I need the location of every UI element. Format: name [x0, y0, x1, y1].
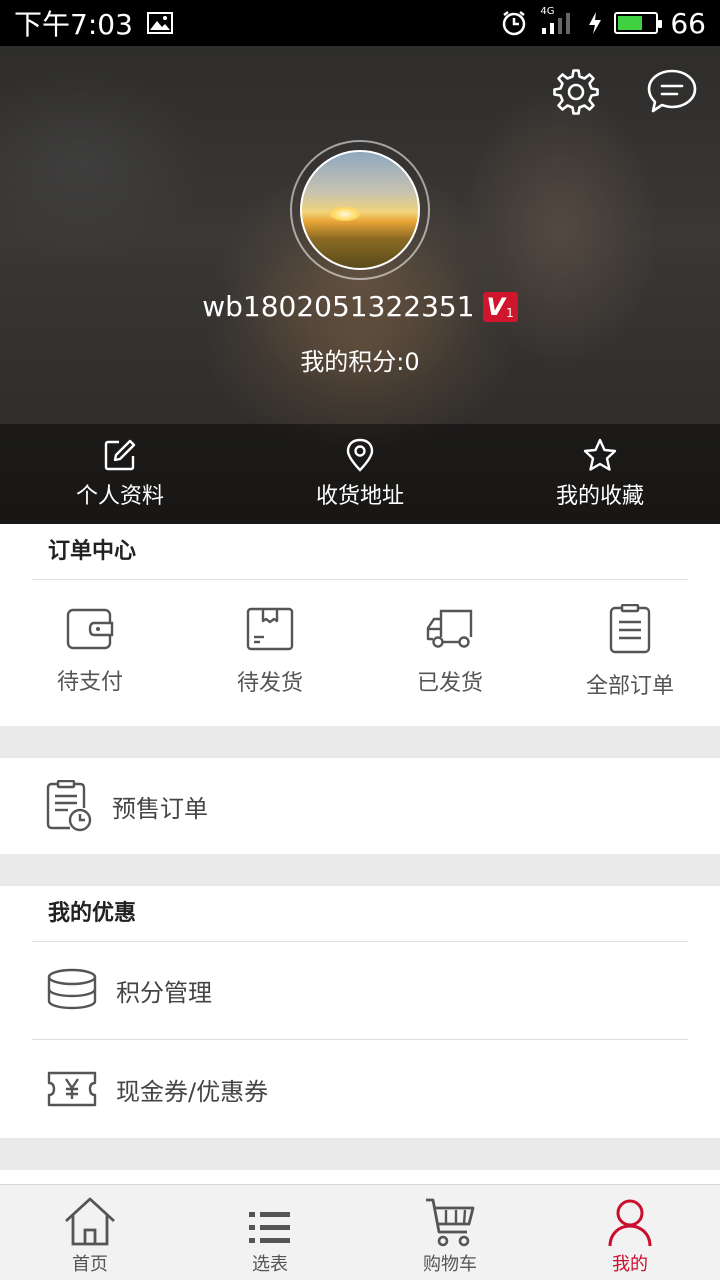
order-label: 待发货	[236, 671, 303, 696]
quick-action-label: 个人资料	[75, 484, 164, 509]
quick-action-label: 我的收藏	[555, 484, 644, 509]
vip-level: 1	[506, 305, 514, 320]
wallet-icon	[66, 608, 114, 650]
order-shipped[interactable]: 已发货	[360, 580, 540, 724]
user-icon	[608, 1199, 652, 1247]
battery-icon	[614, 12, 663, 34]
location-pin-icon	[346, 438, 374, 472]
clipboard-clock-icon	[46, 780, 92, 832]
image-notification-icon	[146, 12, 173, 34]
settings-button[interactable]	[550, 66, 602, 118]
username-row: wb1802051322351 V 1	[0, 290, 720, 323]
nav-home[interactable]: 首页	[0, 1185, 180, 1280]
quick-actions-bar: 个人资料 收货地址 我的收藏	[0, 424, 720, 524]
avatar-ring[interactable]	[290, 140, 430, 280]
points-management-row[interactable]: 积分管理	[32, 942, 688, 1040]
nav-label: 购物车	[423, 1254, 477, 1275]
avatar-sun	[330, 207, 360, 221]
truck-icon	[426, 609, 473, 648]
order-center-title: 订单中心	[32, 524, 688, 580]
nav-label: 选表	[252, 1254, 288, 1275]
quick-action-profile[interactable]: 个人资料	[0, 424, 240, 524]
home-icon	[65, 1197, 115, 1246]
yen-ticket-icon	[47, 1071, 97, 1107]
star-icon	[583, 438, 617, 471]
quick-action-label: 收货地址	[315, 484, 404, 509]
quick-action-favorites[interactable]: 我的收藏	[480, 424, 720, 524]
bottom-nav: 首页 选表 购物车 我的	[0, 1184, 720, 1280]
order-label: 全部订单	[585, 674, 674, 699]
presale-card: 预售订单	[0, 758, 720, 854]
list-icon	[249, 1212, 290, 1243]
clipboard-icon	[609, 604, 651, 654]
order-all[interactable]: 全部订单	[540, 580, 720, 724]
status-time: 下午7:03	[14, 8, 133, 41]
signal-icon: 4G	[540, 6, 576, 36]
alarm-icon	[500, 9, 528, 37]
avatar[interactable]	[300, 150, 420, 270]
next-section-card	[0, 1170, 720, 1184]
quick-action-address[interactable]: 收货地址	[240, 424, 480, 524]
coin-stack-icon	[47, 968, 97, 1009]
points-management-label: 积分管理	[116, 979, 212, 1007]
network-type: 4G	[540, 6, 555, 17]
presale-orders-row[interactable]: 预售订单	[0, 758, 720, 854]
order-pending-payment[interactable]: 待支付	[0, 580, 180, 724]
profile-header: wb1802051322351 V 1 我的积分:0 个人资料 收货地址 我的收…	[0, 46, 720, 524]
nav-label: 我的	[612, 1254, 648, 1275]
chat-bubble-icon	[647, 69, 697, 113]
nav-cart[interactable]: 购物车	[360, 1185, 540, 1280]
discounts-title: 我的优惠	[32, 886, 688, 942]
nav-label: 首页	[72, 1254, 108, 1275]
battery-percent: 66	[670, 6, 706, 40]
order-status-list: 待支付 待发货 已发货 全部订单	[0, 580, 720, 724]
order-pending-shipment[interactable]: 待发货	[180, 580, 360, 724]
edit-icon	[104, 439, 136, 471]
presale-label: 预售订单	[112, 794, 208, 823]
gear-icon	[553, 69, 599, 115]
order-label: 待支付	[56, 670, 123, 695]
coupons-label: 现金券/优惠券	[116, 1077, 269, 1106]
username: wb1802051322351	[202, 290, 475, 323]
vip-badge: V 1	[482, 291, 518, 322]
package-icon	[246, 607, 294, 651]
messages-button[interactable]	[646, 66, 698, 118]
discounts-card: 我的优惠 积分管理 现金券/优惠券	[0, 886, 720, 1138]
coupons-row[interactable]: 现金券/优惠券	[32, 1040, 688, 1138]
vip-letter: V	[486, 292, 506, 321]
status-bar: 下午7:03 4G 66	[0, 0, 720, 46]
order-center-card: 订单中心 待支付 待发货 已发货 全部订单	[0, 524, 720, 726]
nav-watches[interactable]: 选表	[180, 1185, 360, 1280]
points-label: 我的积分:0	[300, 348, 420, 376]
cart-icon	[426, 1198, 475, 1247]
order-label: 已发货	[416, 671, 483, 696]
nav-mine[interactable]: 我的	[540, 1185, 720, 1280]
charging-icon	[588, 11, 602, 35]
